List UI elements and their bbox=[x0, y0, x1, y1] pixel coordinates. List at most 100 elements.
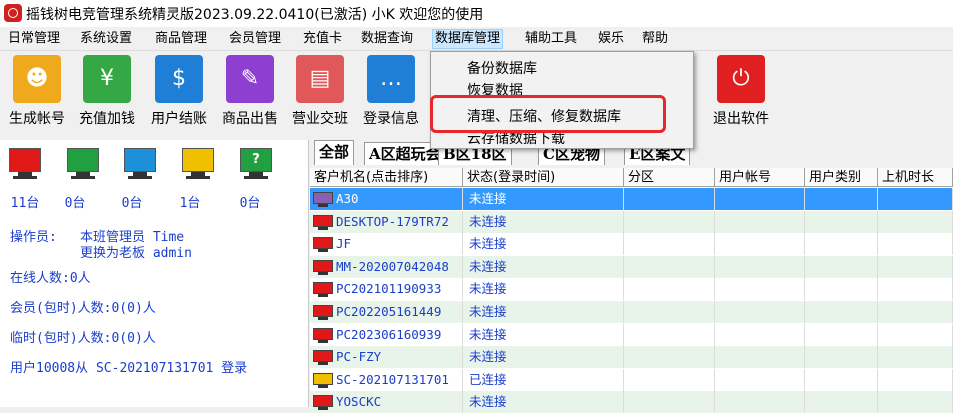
computer-icon bbox=[313, 192, 333, 208]
computer-screen bbox=[313, 395, 333, 408]
menu-item-0[interactable]: 日常管理 bbox=[8, 30, 60, 48]
toolbar-button-3[interactable]: ✎ 商品出售 bbox=[215, 54, 285, 134]
toolbar-button-0[interactable]: ☻ 生成帐号 bbox=[2, 54, 72, 134]
status-cell: 未连接 bbox=[463, 233, 624, 256]
monitor-count-0: 11台 bbox=[10, 196, 40, 211]
empty-cell bbox=[715, 391, 805, 413]
toolbar-button-label: 生成帐号 bbox=[9, 111, 65, 127]
computer-base bbox=[318, 384, 328, 388]
shop-icon-glyph: ▤ bbox=[309, 66, 331, 91]
monitor-base bbox=[128, 176, 152, 179]
toolbar-button-4[interactable]: ▤ 营业交班 bbox=[285, 54, 355, 134]
toolbar-button-1[interactable]: ¥ 充值加钱 bbox=[72, 54, 142, 134]
table-row[interactable]: DESKTOP-179TR72 未连接 bbox=[310, 210, 953, 233]
empty-cell bbox=[624, 188, 715, 210]
computer-screen bbox=[313, 259, 333, 272]
title-bar: 摇钱树电竞管理系统精灵版2023.09.22.0410(已激活) 小K 欢迎您的… bbox=[0, 0, 953, 27]
computer-screen bbox=[313, 372, 333, 385]
computer-icon bbox=[313, 214, 333, 231]
empty-cell bbox=[878, 210, 953, 233]
monitor-count-1: 0台 bbox=[64, 196, 86, 211]
monitor-question-icon: ? bbox=[240, 148, 272, 186]
monitor-screen bbox=[9, 148, 41, 172]
monitor-screen bbox=[124, 148, 156, 172]
table-row[interactable]: PC202306160939 未连接 bbox=[310, 323, 953, 346]
menu-item-2[interactable]: 商品管理 bbox=[155, 30, 207, 48]
dollar-bill-icon-glyph: $ bbox=[172, 66, 186, 91]
dropdown-item-0[interactable]: 备份数据库 bbox=[467, 58, 537, 80]
table-row[interactable]: YOSCKC 未连接 bbox=[310, 391, 953, 413]
menu-item-4[interactable]: 充值卡 bbox=[303, 30, 342, 48]
client-name: PC202205161449 bbox=[336, 304, 442, 319]
empty-cell bbox=[805, 346, 878, 369]
monitor-red-icon bbox=[9, 148, 41, 186]
client-name-cell: PC202101190933 bbox=[310, 278, 463, 301]
empty-cell bbox=[878, 391, 953, 413]
menu-item-1[interactable]: 系统设置 bbox=[80, 30, 132, 48]
toolbar-button-label: 退出软件 bbox=[713, 111, 769, 127]
client-name-cell: PC202205161449 bbox=[310, 301, 463, 323]
table-row[interactable]: SC-202107131701 已连接 bbox=[310, 368, 953, 391]
empty-cell bbox=[878, 301, 953, 323]
status-cell: 未连接 bbox=[463, 391, 624, 413]
menu-bar: 日常管理 系统设置 商品管理 会员管理 充值卡 数据查询 数据库管理 辅助工具 娱乐 帮助 bbox=[0, 28, 953, 51]
menu-item-3[interactable]: 会员管理 bbox=[229, 30, 281, 48]
menu-item-5[interactable]: 数据查询 bbox=[361, 30, 413, 48]
column-header-1[interactable]: 状态(登录时间) bbox=[463, 168, 624, 187]
menu-item-7[interactable]: 辅助工具 bbox=[525, 30, 577, 48]
computer-base bbox=[318, 271, 328, 275]
empty-cell bbox=[878, 188, 953, 210]
monitor-base bbox=[13, 176, 37, 179]
client-name-cell: MM-202007042048 bbox=[310, 255, 463, 278]
temp-count: 临时(包时)人数:0(0)人 bbox=[10, 331, 156, 346]
computer-base bbox=[318, 339, 328, 343]
computer-screen bbox=[313, 350, 333, 363]
empty-cell bbox=[624, 391, 715, 413]
empty-cell bbox=[715, 233, 805, 256]
login-log: 用户10008从 SC-202107131701 登录 bbox=[10, 361, 248, 376]
table-row[interactable]: MM-202007042048 未连接 bbox=[310, 255, 953, 278]
menu-item-9[interactable]: 帮助 bbox=[642, 30, 668, 48]
dollar-bill-icon: $ bbox=[155, 55, 203, 103]
empty-cell bbox=[715, 346, 805, 369]
menu-item-6[interactable]: 数据库管理 bbox=[432, 29, 504, 49]
menu-item-8[interactable]: 娱乐 bbox=[598, 30, 624, 48]
computer-base bbox=[318, 226, 328, 230]
status-cell: 未连接 bbox=[463, 278, 624, 301]
empty-cell bbox=[805, 368, 878, 391]
table-row[interactable]: JF 未连接 bbox=[310, 233, 953, 256]
toolbar-button-7[interactable]: ⏻ 退出软件 bbox=[706, 54, 776, 134]
empty-cell bbox=[624, 278, 715, 301]
empty-cell bbox=[878, 346, 953, 369]
monitor-base bbox=[244, 176, 268, 179]
client-name: PC-FZY bbox=[336, 349, 382, 365]
status-cell: 未连接 bbox=[463, 346, 624, 369]
client-name-cell: SC-202107131701 bbox=[310, 368, 463, 391]
client-name-cell: JF bbox=[310, 233, 463, 256]
column-header-5[interactable]: 上机时长 bbox=[878, 168, 953, 187]
toolbar-button-5[interactable]: … 登录信息 bbox=[356, 54, 426, 134]
empty-cell bbox=[805, 323, 878, 346]
column-header-4[interactable]: 用户类别 bbox=[805, 168, 878, 187]
column-header-2[interactable]: 分区 bbox=[624, 168, 715, 187]
table-row[interactable]: PC202205161449 未连接 bbox=[310, 301, 953, 323]
empty-cell bbox=[715, 368, 805, 391]
highlight-box bbox=[430, 95, 666, 133]
empty-cell bbox=[878, 233, 953, 256]
table-row[interactable]: PC-FZY 未连接 bbox=[310, 346, 953, 369]
empty-cell bbox=[805, 301, 878, 323]
toolbar-button-label: 商品出售 bbox=[222, 111, 278, 127]
computer-base bbox=[318, 362, 328, 366]
column-header-3[interactable]: 用户帐号 bbox=[715, 168, 805, 187]
table-row[interactable]: PC202101190933 未连接 bbox=[310, 278, 953, 301]
computer-screen bbox=[313, 192, 333, 204]
table-row[interactable]: A30 未连接 bbox=[310, 188, 953, 210]
column-header-0[interactable]: 客户机名(点击排序) bbox=[310, 168, 463, 187]
tab-0[interactable]: 全部 bbox=[314, 140, 355, 165]
status-cell: 未连接 bbox=[463, 188, 624, 210]
computer-icon bbox=[313, 237, 333, 253]
toolbar-button-2[interactable]: $ 用户结账 bbox=[144, 54, 214, 134]
client-name-cell: PC-FZY bbox=[310, 346, 463, 369]
empty-cell bbox=[805, 210, 878, 233]
empty-cell bbox=[624, 346, 715, 369]
